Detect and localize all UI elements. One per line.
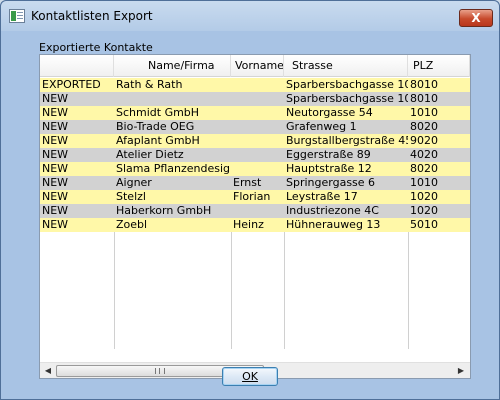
cell-strasse: Industriezone 4C — [286, 204, 379, 217]
table-row[interactable]: NEW Stelzl Florian Leystraße 17 1020 — [40, 190, 470, 204]
dialog-window: Kontaktlisten Export X Exportierte Konta… — [0, 0, 500, 400]
cell-vorname — [231, 106, 284, 120]
arrow-right-icon[interactable]: ▶ — [454, 365, 468, 377]
cell-strasse: Sparbersbachgasse 10 — [286, 78, 408, 91]
cell-plz: 1010 — [410, 176, 438, 189]
cell-status: EXPORTED — [42, 78, 101, 91]
cell-name: Afaplant GmbH — [116, 134, 200, 147]
cell-plz: 8020 — [410, 162, 438, 175]
cell-name: Slama Pflanzendesign — [116, 162, 231, 175]
table-row[interactable]: NEW Haberkorn GmbH Industriezone 4C 1020 — [40, 204, 470, 218]
cell-plz: 1020 — [410, 204, 438, 217]
cell-name: Schmidt GmbH — [116, 106, 200, 119]
cell-strasse: Sparbersbachgasse 10 — [286, 92, 408, 105]
table-row[interactable]: NEW Bio-Trade OEG Grafenweg 1 8020 — [40, 120, 470, 134]
cell-strasse: Springergasse 6 — [286, 176, 376, 189]
ok-button-label: OK — [242, 370, 258, 383]
cell-plz: 9020 — [410, 134, 438, 147]
cell-plz: 1010 — [410, 106, 438, 119]
cell-status: NEW — [42, 92, 69, 105]
table-row[interactable]: NEW Atelier Dietz Eggerstraße 89 4020 — [40, 148, 470, 162]
cell-vorname — [231, 78, 284, 92]
cell-vorname — [231, 204, 284, 218]
cell-name: Haberkorn GmbH — [116, 204, 212, 217]
grip-icon — [155, 368, 165, 374]
cell-status: NEW — [42, 148, 69, 161]
cell-plz: 5010 — [410, 218, 438, 231]
arrow-left-icon[interactable]: ◀ — [41, 365, 55, 377]
cell-name: Rath & Rath — [116, 78, 183, 91]
column-header-status[interactable] — [40, 55, 114, 77]
cell-strasse: Grafenweg 1 — [286, 120, 357, 133]
window-title: Kontaktlisten Export — [31, 9, 153, 23]
cell-name: Aigner — [116, 176, 152, 189]
cell-plz: 1020 — [410, 190, 438, 203]
cell-plz: 4020 — [410, 148, 438, 161]
table-row[interactable]: NEW Afaplant GmbH Burgstallbergstraße 45 90… — [40, 134, 470, 148]
cell-strasse: Neutorgasse 54 — [286, 106, 373, 119]
cell-plz: 8010 — [410, 78, 438, 91]
cell-strasse: Hühnerauweg 13 — [286, 218, 381, 231]
cell-vorname — [231, 92, 284, 106]
cell-name: Atelier Dietz — [116, 148, 184, 161]
spreadsheet-icon — [9, 9, 25, 23]
table-row[interactable]: EXPORTED Rath & Rath Sparbersbachgasse 10 8… — [40, 78, 470, 92]
cell-status: NEW — [42, 134, 69, 147]
cell-status: NEW — [42, 204, 69, 217]
cell-plz: 8020 — [410, 120, 438, 133]
cell-vorname — [231, 162, 284, 176]
cell-strasse: Eggerstraße 89 — [286, 148, 371, 161]
cell-status: NEW — [42, 176, 69, 189]
cell-status: NEW — [42, 218, 69, 231]
cell-plz: 8010 — [410, 92, 438, 105]
table-header: Name/Firma Vorname Strasse PLZ — [40, 55, 470, 77]
cell-name: Bio-Trade OEG — [116, 120, 195, 133]
cell-status: NEW — [42, 106, 69, 119]
contacts-table[interactable]: Name/Firma Vorname Strasse PLZ EXPORTED R… — [39, 54, 471, 379]
cell-name — [114, 92, 231, 106]
cell-strasse: Burgstallbergstraße 45 — [286, 134, 408, 147]
cell-vorname — [231, 148, 284, 162]
cell-vorname: Ernst — [233, 176, 262, 189]
column-header-strasse[interactable]: Strasse — [284, 55, 408, 77]
cell-strasse: Hauptstraße 12 — [286, 162, 372, 175]
table-row[interactable]: NEW Aigner Ernst Springergasse 6 1010 — [40, 176, 470, 190]
column-header-name[interactable]: Name/Firma — [114, 55, 231, 77]
cell-status: NEW — [42, 162, 69, 175]
cell-status: NEW — [42, 190, 69, 203]
column-header-plz[interactable]: PLZ — [408, 55, 470, 77]
cell-vorname — [231, 134, 284, 148]
ok-button[interactable]: OK — [222, 367, 278, 386]
cell-vorname: Heinz — [233, 218, 264, 231]
close-button[interactable]: X — [459, 9, 493, 27]
table-row[interactable]: NEW Sparbersbachgasse 10 8010 — [40, 92, 470, 106]
exported-contacts-label: Exportierte Kontakte — [39, 41, 153, 54]
column-header-vorname[interactable]: Vorname — [231, 55, 284, 77]
table-row[interactable]: NEW Schmidt GmbH Neutorgasse 54 1010 — [40, 106, 470, 120]
title-bar[interactable]: Kontaktlisten Export X — [1, 1, 499, 31]
cell-status: NEW — [42, 120, 69, 133]
table-row[interactable]: NEW Slama Pflanzendesign Hauptstraße 12 802… — [40, 162, 470, 176]
cell-vorname: Florian — [233, 190, 271, 203]
dialog-body: Exportierte Kontakte Name/Firma Vorname … — [9, 32, 491, 392]
cell-vorname — [231, 120, 284, 134]
cell-name: Zoebl — [116, 218, 148, 231]
table-row[interactable]: NEW Zoebl Heinz Hühnerauweg 13 5010 — [40, 218, 470, 232]
cell-strasse: Leystraße 17 — [286, 190, 358, 203]
cell-name: Stelzl — [116, 190, 146, 203]
